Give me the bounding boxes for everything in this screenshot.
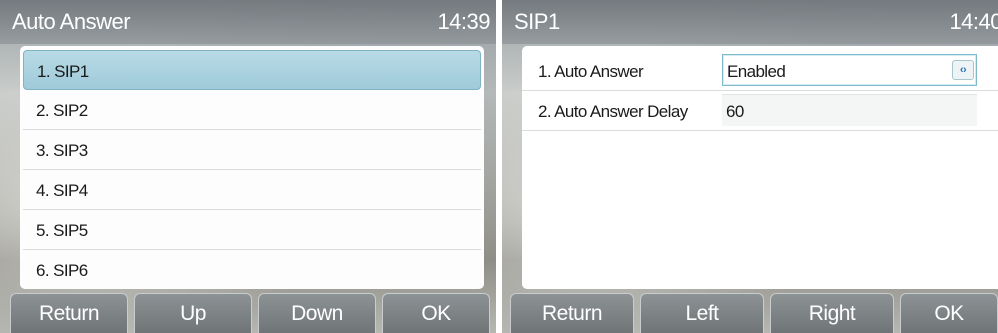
auto-answer-delay-row[interactable]: 2. Auto Answer Delay 60	[522, 91, 998, 131]
sip1-settings-screen: SIP1 14:40 1. Auto Answer Enabled ‹› 2. …	[502, 0, 998, 333]
list-item-sip5[interactable]: 5. SIP5	[23, 210, 481, 250]
title-bar: SIP1 14:40	[502, 0, 998, 44]
list-item-label: 2. SIP2	[36, 101, 88, 120]
title-bar: Auto Answer 14:39	[0, 0, 496, 44]
list-item-sip6[interactable]: 6. SIP6	[23, 250, 481, 289]
list-item-label: 5. SIP5	[36, 221, 88, 240]
list-item-label: 1. SIP1	[37, 62, 89, 81]
auto-answer-row[interactable]: 1. Auto Answer Enabled ‹›	[522, 51, 998, 91]
return-softkey[interactable]: Return	[510, 293, 634, 333]
screen-title: Auto Answer	[12, 9, 131, 34]
softkey-bar: Return Left Right OK	[502, 291, 998, 333]
right-softkey[interactable]: Right	[770, 293, 894, 333]
clock-time: 14:40	[949, 9, 998, 34]
input-value: 60	[726, 102, 744, 121]
list-item-sip4[interactable]: 4. SIP4	[23, 170, 481, 210]
list-item-label: 6. SIP6	[36, 261, 88, 280]
setting-label: 1. Auto Answer	[538, 62, 644, 81]
auto-answer-select[interactable]: Enabled ‹›	[722, 54, 977, 86]
left-softkey[interactable]: Left	[640, 293, 764, 333]
ok-softkey[interactable]: OK	[382, 293, 490, 333]
return-softkey[interactable]: Return	[10, 293, 128, 333]
list-item-sip3[interactable]: 3. SIP3	[23, 130, 481, 170]
screen-title: SIP1	[514, 9, 560, 34]
select-value: Enabled	[727, 62, 786, 81]
list-item-label: 3. SIP3	[36, 141, 88, 160]
auto-answer-delay-input[interactable]: 60	[722, 94, 977, 126]
down-softkey[interactable]: Down	[258, 293, 376, 333]
list-item-sip1[interactable]: 1. SIP1	[23, 50, 481, 90]
softkey-bar: Return Up Down OK	[0, 291, 496, 333]
settings-panel: 1. Auto Answer Enabled ‹› 2. Auto Answer…	[522, 46, 998, 289]
ok-softkey[interactable]: OK	[900, 293, 998, 333]
list-item-label: 4. SIP4	[36, 181, 88, 200]
left-right-arrows-icon[interactable]: ‹›	[952, 60, 974, 80]
up-softkey[interactable]: Up	[134, 293, 252, 333]
auto-answer-screen: Auto Answer 14:39 1. SIP1 2. SIP2 3. SIP…	[0, 0, 496, 333]
list-item-sip2[interactable]: 2. SIP2	[23, 90, 481, 130]
clock-time: 14:39	[437, 9, 490, 34]
account-list: 1. SIP1 2. SIP2 3. SIP3 4. SIP4 5. SIP5 …	[20, 46, 484, 289]
setting-label: 2. Auto Answer Delay	[538, 102, 688, 121]
